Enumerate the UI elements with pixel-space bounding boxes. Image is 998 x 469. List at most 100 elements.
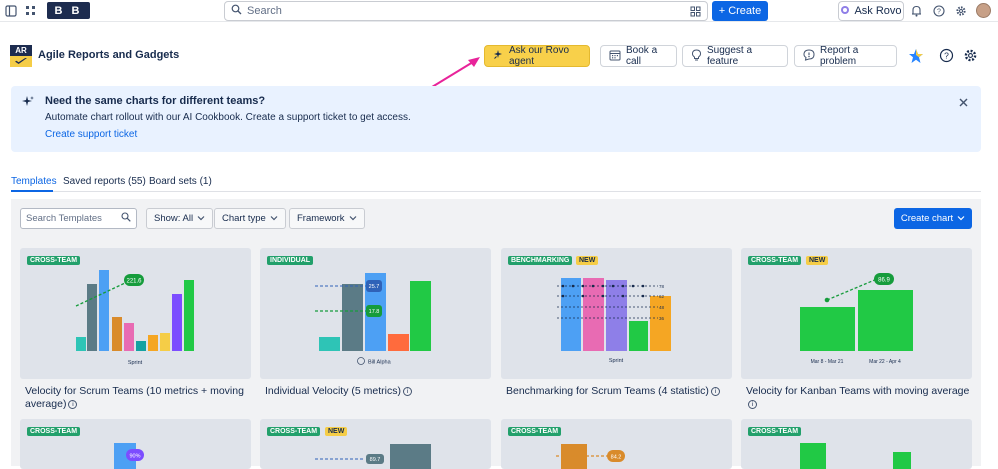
template-title-text: Velocity for Scrum Teams (10 metrics + m… <box>25 385 244 410</box>
badge-cross-team: CROSS-TEAM <box>748 256 802 265</box>
badge-new: NEW <box>806 256 829 265</box>
template-title-text: Velocity for Kanban Teams with moving av… <box>746 385 970 397</box>
template-card-row2-3[interactable]: CROSS-TEAM 84.2 <box>501 419 732 469</box>
search-icon <box>231 4 242 18</box>
app-header: AR Agile Reports and Gadgets Ask our Rov… <box>0 40 998 72</box>
rovo-icon <box>840 5 850 18</box>
chevron-down-icon <box>197 213 205 224</box>
show-filter-dropdown[interactable]: Show: All <box>146 208 214 229</box>
lightbulb-icon <box>691 48 702 64</box>
app-title: Agile Reports and Gadgets <box>38 49 180 61</box>
kanban-preview-chart: 86.9 Mar 8 - Mar 21 Mar 22 - Apr 4 <box>800 273 913 365</box>
benchmarking-preview-chart: 78 62 48 36 Sprint <box>557 278 671 364</box>
search-templates-input[interactable]: Search Templates <box>20 208 137 229</box>
create-chart-button[interactable]: Create chart <box>894 208 972 229</box>
info-banner: Need the same charts for different teams… <box>11 86 981 152</box>
ask-agent-label: Ask our Rovo agent <box>509 45 570 67</box>
template-thumbnail: CROSS-TEAM NEW 86.9 Mar 8 - Mar 21 Mar 2… <box>741 248 972 379</box>
thumb-axis-label: Mar 22 - Apr 4 <box>869 359 901 365</box>
thumb-value-label: 90% <box>129 454 140 460</box>
badge-individual: INDIVIDUAL <box>267 256 314 265</box>
search-templates-placeholder: Search Templates <box>26 213 102 224</box>
app-settings-icon[interactable] <box>963 48 978 63</box>
template-thumbnail: CROSS-TEAM 221.6 Sprint <box>20 248 251 379</box>
sparkle-icon <box>493 49 504 63</box>
suggest-feature-label: Suggest a feature <box>707 45 753 67</box>
badge-cross-team: CROSS-TEAM <box>27 427 81 436</box>
thumb-value-label: 78 <box>659 284 665 289</box>
template-thumbnail: INDIVIDUAL 25.7 17.8 Bill Alpha <box>260 248 491 379</box>
chat-alert-icon <box>803 48 815 64</box>
suggest-feature-button[interactable]: Suggest a feature <box>682 45 788 67</box>
user-avatar[interactable] <box>976 3 991 18</box>
create-button[interactable]: + Create <box>712 1 768 21</box>
create-label: Create <box>728 5 762 17</box>
ask-rovo-button[interactable]: Ask Rovo <box>838 1 904 21</box>
tab-templates[interactable]: Templates <box>11 176 57 187</box>
badge-new: NEW <box>325 427 348 436</box>
brand-logo[interactable]: B B <box>47 2 90 19</box>
settings-icon[interactable] <box>955 5 967 17</box>
banner-text: Automate chart rollout with our AI Cookb… <box>45 112 411 123</box>
template-title[interactable]: Velocity for Scrum Teams (10 metrics + m… <box>25 385 251 411</box>
app-switcher-icon[interactable] <box>25 5 37 17</box>
create-support-ticket-link[interactable]: Create support ticket <box>45 129 137 140</box>
individual-preview-chart: 25.7 17.8 Bill Alpha <box>315 273 431 366</box>
chevron-down-icon <box>349 213 357 224</box>
app-logo-text: AR <box>10 45 32 56</box>
help-icon[interactable]: ? <box>933 5 945 17</box>
template-thumbnail: BENCHMARKING NEW 78 62 48 36 Sprint <box>501 248 732 379</box>
close-icon[interactable] <box>958 95 969 113</box>
global-search-input[interactable]: Search <box>224 1 708 21</box>
svg-text:?: ? <box>944 51 949 61</box>
template-title[interactable]: Benchmarking for Scrum Teams (4 statisti… <box>506 385 732 398</box>
template-title[interactable]: Individual Velocity (5 metrics) i <box>265 385 491 398</box>
thumb-axis-label: Sprint <box>128 360 143 366</box>
template-card-row2-2[interactable]: CROSS-TEAM NEW 89.7 <box>260 419 491 469</box>
thumb-axis-label: Sprint <box>609 358 624 364</box>
framework-label: Framework <box>297 213 345 224</box>
info-icon[interactable]: i <box>710 386 720 396</box>
velocity-preview-chart: 221.6 Sprint <box>75 270 194 366</box>
template-title-text: Benchmarking for Scrum Teams (4 statisti… <box>506 385 709 397</box>
info-icon[interactable]: i <box>68 399 78 409</box>
template-title-text: Individual Velocity (5 metrics) <box>265 385 401 397</box>
help-circle-icon[interactable]: ? <box>939 48 954 63</box>
report-problem-button[interactable]: Report a problem <box>794 45 897 67</box>
chart-type-dropdown[interactable]: Chart type <box>214 208 286 229</box>
ask-rovo-agent-button[interactable]: Ask our Rovo agent <box>484 45 590 67</box>
badge-cross-team: CROSS-TEAM <box>27 256 81 265</box>
thumb-axis-label: Bill Alpha <box>368 360 392 366</box>
ask-rovo-label: Ask Rovo <box>854 5 902 17</box>
thumb-value-label: 25.7 <box>369 284 380 290</box>
thumb-value-label: 17.8 <box>369 309 380 315</box>
book-call-button[interactable]: Book a call <box>600 45 677 67</box>
info-icon[interactable]: i <box>748 399 757 409</box>
info-icon[interactable]: i <box>402 386 412 396</box>
notifications-icon[interactable] <box>911 5 922 17</box>
badge-benchmarking: BENCHMARKING <box>508 256 573 265</box>
filter-icon[interactable] <box>690 6 701 20</box>
thumb-value-label: 84.2 <box>611 455 622 461</box>
report-problem-label: Report a problem <box>820 45 859 67</box>
banner-title: Need the same charts for different teams… <box>45 95 266 107</box>
thumb-value-label: 89.7 <box>370 457 381 463</box>
sidebar-toggle-icon[interactable] <box>5 5 17 17</box>
tab-saved-reports[interactable]: Saved reports (55) <box>63 176 146 187</box>
calendar-icon <box>609 49 621 64</box>
thumb-value-label: 62 <box>659 294 665 299</box>
badge-cross-team: CROSS-TEAM <box>508 427 562 436</box>
tab-board-sets[interactable]: Board sets (1) <box>149 176 212 187</box>
badge-cross-team: CROSS-TEAM <box>748 427 802 436</box>
show-filter-label: Show: All <box>154 213 194 224</box>
tab-active-indicator <box>11 190 53 192</box>
thumb-axis-label: Mar 8 - Mar 21 <box>811 359 844 365</box>
top-navigation: B B Search + Create Ask Rovo ? <box>0 0 998 22</box>
thumb-value-label: 48 <box>659 305 665 310</box>
template-title[interactable]: Velocity for Kanban Teams with moving av… <box>746 385 972 411</box>
framework-dropdown[interactable]: Framework <box>289 208 365 229</box>
chevron-down-icon <box>270 213 278 224</box>
template-card-row2-1[interactable]: CROSS-TEAM 90% <box>20 419 251 469</box>
starred-app-icon[interactable] <box>908 48 924 64</box>
template-card-row2-4[interactable]: CROSS-TEAM <box>741 419 972 469</box>
